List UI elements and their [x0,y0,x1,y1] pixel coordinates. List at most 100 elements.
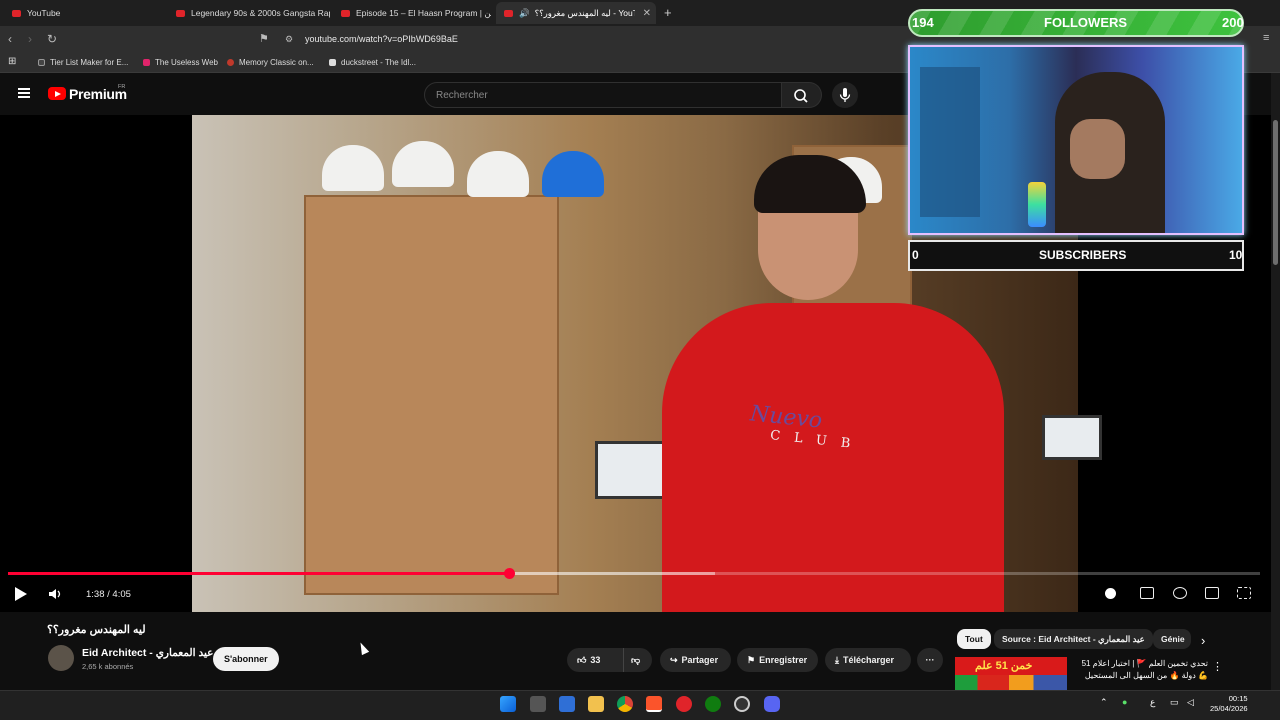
followers-current: 194 [912,15,934,30]
play-button[interactable] [15,587,27,601]
clock-time: 00:15 [1228,694,1248,703]
thumbs-up-icon: 👍︎ [577,655,587,665]
forward-icon[interactable]: › [28,32,32,46]
bookmark-useless-web[interactable]: The Useless Web [143,58,218,67]
back-icon[interactable]: ‹ [8,32,12,46]
youtube-favicon-icon [176,9,185,17]
white-helmet [467,151,529,197]
flags-strip [955,675,1067,690]
time-display: 1:38 / 4:05 [86,589,131,600]
progress-bar[interactable] [8,568,1260,579]
more-vert-icon[interactable]: ⋮ [1212,660,1223,673]
download-icon: ⤓ [835,655,839,665]
background-shape [920,67,980,217]
presenter-sweater [662,303,1004,612]
xbox-icon[interactable] [705,696,721,712]
bookmark-label: The Useless Web [155,58,218,67]
chevron-right-icon[interactable]: › [1201,633,1205,648]
windows-start-icon[interactable] [500,696,516,712]
language-indicator[interactable]: ع [1150,697,1155,708]
like-button[interactable]: 👍︎ 33 [567,648,615,672]
tab-title: YouTube [27,8,61,18]
followers-goal: 200 [1222,15,1244,30]
thumbnail-text: خمن 51 علم [975,660,1033,672]
youtube-logo-icon[interactable] [48,87,66,100]
network-icon[interactable]: ▭ [1170,697,1179,708]
search-button[interactable] [782,82,822,108]
channel-name[interactable]: Eid Architect - عيد المعماري [82,647,213,659]
subscribers-goal: 10 [1229,248,1243,262]
channel-avatar[interactable] [48,645,74,671]
search-input[interactable]: Rechercher [424,82,782,108]
voice-search-button[interactable] [832,82,858,108]
blue-helmet [542,151,604,197]
chevron-up-icon[interactable]: ⌃ [1100,697,1108,708]
clock-date: 25/04/2026 [1210,704,1248,713]
video-title: ليه المهندس مغرور؟؟ [47,624,146,636]
save-icon: ⚑ [747,655,756,665]
chrome-icon[interactable] [617,696,633,712]
streamer-face [1070,119,1125,179]
autoplay-toggle[interactable] [1105,588,1116,599]
like-dislike-group: 👍︎ 33 👎︎ [567,648,652,672]
bookmark-label: duckstreet - The Idl... [341,58,416,67]
miniplayer-icon[interactable] [1205,587,1219,599]
recommendation-title[interactable]: تحدي تخمين العلم 🚩 | اختبار اعلام 51 دول… [1073,658,1208,682]
steam-icon[interactable] [734,696,750,712]
like-count: 33 [590,655,601,665]
tab-episode-15[interactable]: Episode 15 – El Haasn Program | خمن [335,2,491,24]
chip-all[interactable]: Tout [957,629,991,649]
youtube-favicon-icon [504,9,513,17]
close-tab-icon[interactable]: ✕ [643,8,651,19]
volume-icon[interactable] [48,588,64,600]
url-field[interactable]: youtube.com/watch?v=oPIbWD69BaE [305,34,458,44]
apps-grid-icon[interactable]: ⊞ [8,56,16,67]
recommendation-thumbnail[interactable]: خمن 51 علم [955,657,1067,690]
bookmark-duckstreet[interactable]: duckstreet - The Idl... [329,58,416,67]
subscribers-current: 0 [912,248,919,262]
tab-title: Episode 15 – El Haasn Program | خمن [356,7,491,18]
brave-icon[interactable] [646,696,662,712]
menu-icon[interactable] [18,88,30,98]
chip-source[interactable]: Source : Eid Architect - عيد المعماري [994,629,1153,649]
system-clock[interactable]: 00:15 25/04/2026 [1210,694,1248,714]
microphone-tray-icon[interactable]: ● [1122,697,1127,707]
volume-tray-icon[interactable]: ◁ [1187,697,1194,708]
subtitles-icon[interactable] [1140,587,1154,599]
save-button[interactable]: ⚑ Enregistrer [737,648,818,672]
share-icon: ↪ [670,655,678,665]
share-button[interactable]: ↪ Partager [660,648,731,672]
task-view-icon[interactable] [530,696,546,712]
tab-current-video[interactable]: 🔊 ليه المهندس مغرور؟؟ - YouTube ✕ [496,2,656,24]
settings-gear-icon[interactable] [1173,587,1187,599]
subscribe-button[interactable]: S'abonner [213,647,279,671]
region-code: FR [118,84,126,90]
windows-taskbar [0,690,1280,720]
store-icon[interactable] [559,696,575,712]
file-explorer-icon[interactable] [588,696,604,712]
search-icon [794,89,808,103]
subscribers-label: SUBSCRIBERS [1039,248,1127,262]
reload-icon[interactable]: ↻ [47,32,57,46]
opera-gx-icon[interactable] [676,696,692,712]
rgb-light [1028,182,1046,227]
site-info-icon[interactable]: ⚙ [285,34,293,45]
new-tab-button[interactable]: + [664,5,672,20]
fullscreen-icon[interactable] [1237,587,1251,599]
share-label: Partager [681,655,719,665]
dislike-button[interactable]: 👎︎ [623,648,652,672]
bookmark-icon[interactable]: ⚑ [259,32,269,45]
bookmark-tier-list[interactable]: Tier List Maker for E... [38,58,128,67]
browser-menu-icon[interactable]: ≡ [1263,32,1269,44]
tab-gangsta-rap[interactable]: Legendary 90s & 2000s Gangsta Rap [170,2,330,24]
tab-youtube[interactable]: YouTube [6,2,166,24]
discord-icon[interactable] [764,696,780,712]
bookmark-label: Tier List Maker for E... [50,58,129,67]
download-button[interactable]: ⤓ Télécharger [825,648,911,672]
scrollbar-thumb[interactable] [1273,120,1278,265]
scrubber-handle[interactable] [503,568,515,579]
tab-title: Legendary 90s & 2000s Gangsta Rap [191,8,330,18]
chip-genie[interactable]: Génie [1153,629,1191,649]
more-actions-button[interactable]: ··· [917,648,943,672]
bookmark-memory-classic[interactable]: Memory Classic on... [227,58,314,67]
